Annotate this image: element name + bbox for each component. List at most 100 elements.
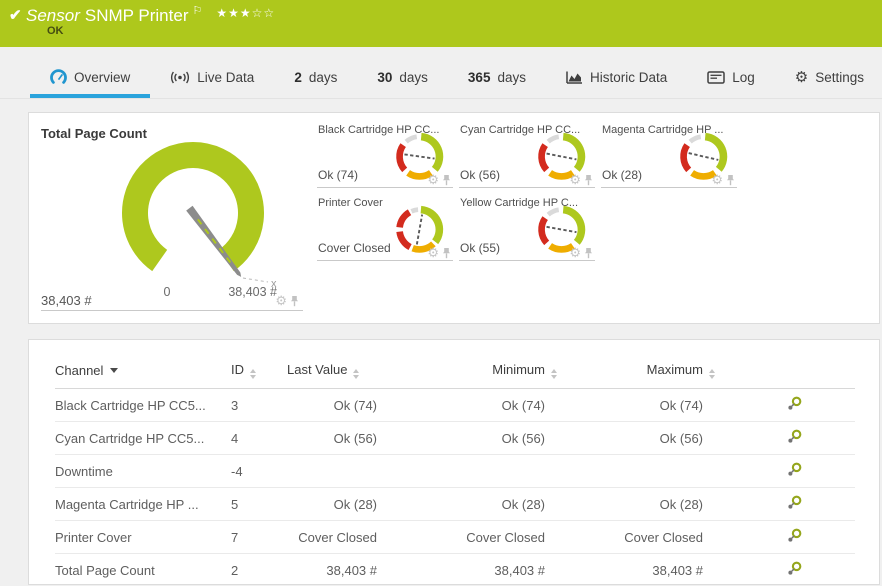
gauge-settings-gear-icon[interactable]: ⚙ <box>427 173 439 186</box>
pin-icon[interactable] <box>290 295 299 307</box>
tab-number: 365 <box>468 70 491 85</box>
channel-minimum: Ok (28) <box>389 488 557 521</box>
column-header-id[interactable]: ID <box>231 357 287 389</box>
table-row: Black Cartridge HP CC5... 3 Ok (74) Ok (… <box>55 389 855 422</box>
channel-link[interactable]: Total Page Count <box>55 563 155 578</box>
tab-label: days <box>497 70 526 85</box>
tab-label: days <box>309 70 338 85</box>
channel-graph-magnifier-icon[interactable] <box>787 528 802 543</box>
channel-link[interactable]: Printer Cover <box>55 530 132 545</box>
stars-filled[interactable]: ★★★ <box>216 6 251 20</box>
channels-panel: Channel ID Last Value Minimum Maximum Bl… <box>28 339 880 585</box>
channel-graph-magnifier-icon[interactable] <box>787 561 802 576</box>
column-header-actions <box>715 357 855 389</box>
tab-historic-data[interactable]: Historic Data <box>546 60 687 98</box>
gauge-settings-gear-icon[interactable]: ⚙ <box>711 173 723 186</box>
table-row: Magenta Cartridge HP ... 5 Ok (28) Ok (2… <box>55 488 855 521</box>
column-header-maximum[interactable]: Maximum <box>557 357 715 389</box>
chart-icon <box>566 70 583 84</box>
tab-2-days[interactable]: 2 days <box>274 60 357 98</box>
log-icon <box>707 71 725 84</box>
column-header-minimum[interactable]: Minimum <box>389 357 557 389</box>
live-signal-icon <box>170 70 190 85</box>
gauge-needle <box>689 153 719 160</box>
channel-link[interactable]: Downtime <box>55 464 113 479</box>
pin-icon[interactable] <box>442 247 451 259</box>
table-row: Total Page Count 2 38,403 # 38,403 # 38,… <box>55 554 855 586</box>
gauge-current-value: Cover Closed <box>318 241 391 255</box>
column-header-channel[interactable]: Channel <box>55 357 231 389</box>
channel-last-value: Ok (28) <box>287 488 389 521</box>
gauge-icon <box>50 69 67 85</box>
channel-maximum <box>557 455 715 488</box>
table-row: Downtime -4 <box>55 455 855 488</box>
gauge-settings-gear-icon[interactable]: ⚙ <box>569 246 581 259</box>
tab-number: 2 <box>294 70 302 85</box>
channel-id: 5 <box>231 488 287 521</box>
gauge-settings-gear-icon[interactable]: ⚙ <box>275 294 287 307</box>
column-header-last-value[interactable]: Last Value <box>287 357 389 389</box>
status-badge: OK <box>47 25 64 37</box>
channel-link[interactable]: Cyan Cartridge HP CC5... <box>55 431 204 446</box>
gear-icon: ⚙ <box>795 70 808 85</box>
channel-last-value: Ok (74) <box>287 389 389 422</box>
channel-link[interactable]: Black Cartridge HP CC5... <box>55 398 206 413</box>
channel-graph-magnifier-icon[interactable] <box>787 396 802 411</box>
sort-icon <box>250 369 256 379</box>
channel-graph-magnifier-icon[interactable] <box>787 495 802 510</box>
pin-icon[interactable] <box>726 174 735 186</box>
channel-last-value <box>287 455 389 488</box>
channel-minimum <box>389 455 557 488</box>
gauge-needle <box>404 154 434 158</box>
tab-365-days[interactable]: 365 days <box>448 60 546 98</box>
sort-icon <box>353 369 359 379</box>
tab-live-data[interactable]: Live Data <box>150 60 274 98</box>
channel-id: 3 <box>231 389 287 422</box>
tab-settings[interactable]: ⚙ Settings <box>775 60 882 98</box>
total-page-count-gauge: x 0 38,403 # <box>63 133 323 303</box>
pin-icon[interactable] <box>584 174 593 186</box>
channel-last-value: Ok (56) <box>287 422 389 455</box>
tab-number: 30 <box>377 70 392 85</box>
gauge-current-value: Ok (74) <box>318 168 358 182</box>
gauge-needle <box>547 227 577 232</box>
small-gauges-grid: Black Cartridge HP CC... Ok (74) ⚙ Cyan … <box>317 117 879 323</box>
gauge-settings-gear-icon[interactable]: ⚙ <box>569 173 581 186</box>
gauge-cell-black-cartridge: Black Cartridge HP CC... Ok (74) ⚙ <box>317 117 453 188</box>
sort-icon <box>551 369 557 379</box>
channel-minimum: 38,403 # <box>389 554 557 586</box>
tab-label: Overview <box>74 70 130 85</box>
channel-maximum: Ok (56) <box>557 422 715 455</box>
sensor-title: SNMP Printer <box>85 6 189 25</box>
channel-maximum: 38,403 # <box>557 554 715 586</box>
gauge-settings-gear-icon[interactable]: ⚙ <box>427 246 439 259</box>
channel-maximum: Ok (28) <box>557 488 715 521</box>
tab-log[interactable]: Log <box>687 60 775 98</box>
channel-graph-magnifier-icon[interactable] <box>787 429 802 444</box>
tab-label: Settings <box>815 70 864 85</box>
stars-empty[interactable]: ☆☆ <box>252 6 276 20</box>
gauges-panel: Total Page Count x 0 38,403 # 38,403 # ⚙ <box>28 112 880 324</box>
gauge-cell-cyan-cartridge: Cyan Cartridge HP CC... Ok (56) ⚙ <box>459 117 595 188</box>
gauge-needle <box>547 154 577 160</box>
table-row: Cyan Cartridge HP CC5... 4 Ok (56) Ok (5… <box>55 422 855 455</box>
pin-icon[interactable] <box>442 174 451 186</box>
channel-last-value: Cover Closed <box>287 521 389 554</box>
flag-icon[interactable]: ⚐ <box>192 5 202 17</box>
channel-graph-magnifier-icon[interactable] <box>787 462 802 477</box>
gauge-cell-total-page-count: Total Page Count x 0 38,403 # 38,403 # ⚙ <box>41 117 303 311</box>
tab-bar: Overview Live Data 2 days 30 days 365 da… <box>0 47 882 99</box>
tab-overview[interactable]: Overview <box>30 60 150 98</box>
gauge-cell-magenta-cartridge: Magenta Cartridge HP ... Ok (28) ⚙ <box>601 117 737 188</box>
channel-id: -4 <box>231 455 287 488</box>
priority-stars[interactable]: ★★★☆☆ <box>216 6 275 20</box>
channel-id: 7 <box>231 521 287 554</box>
tab-label: Historic Data <box>590 70 667 85</box>
pin-icon[interactable] <box>584 247 593 259</box>
tab-label: Live Data <box>197 70 254 85</box>
sensor-type-label: Sensor <box>26 6 80 25</box>
channel-id: 4 <box>231 422 287 455</box>
tab-30-days[interactable]: 30 days <box>357 60 448 98</box>
channel-link[interactable]: Magenta Cartridge HP ... <box>55 497 199 512</box>
gauge-needle <box>417 215 422 245</box>
